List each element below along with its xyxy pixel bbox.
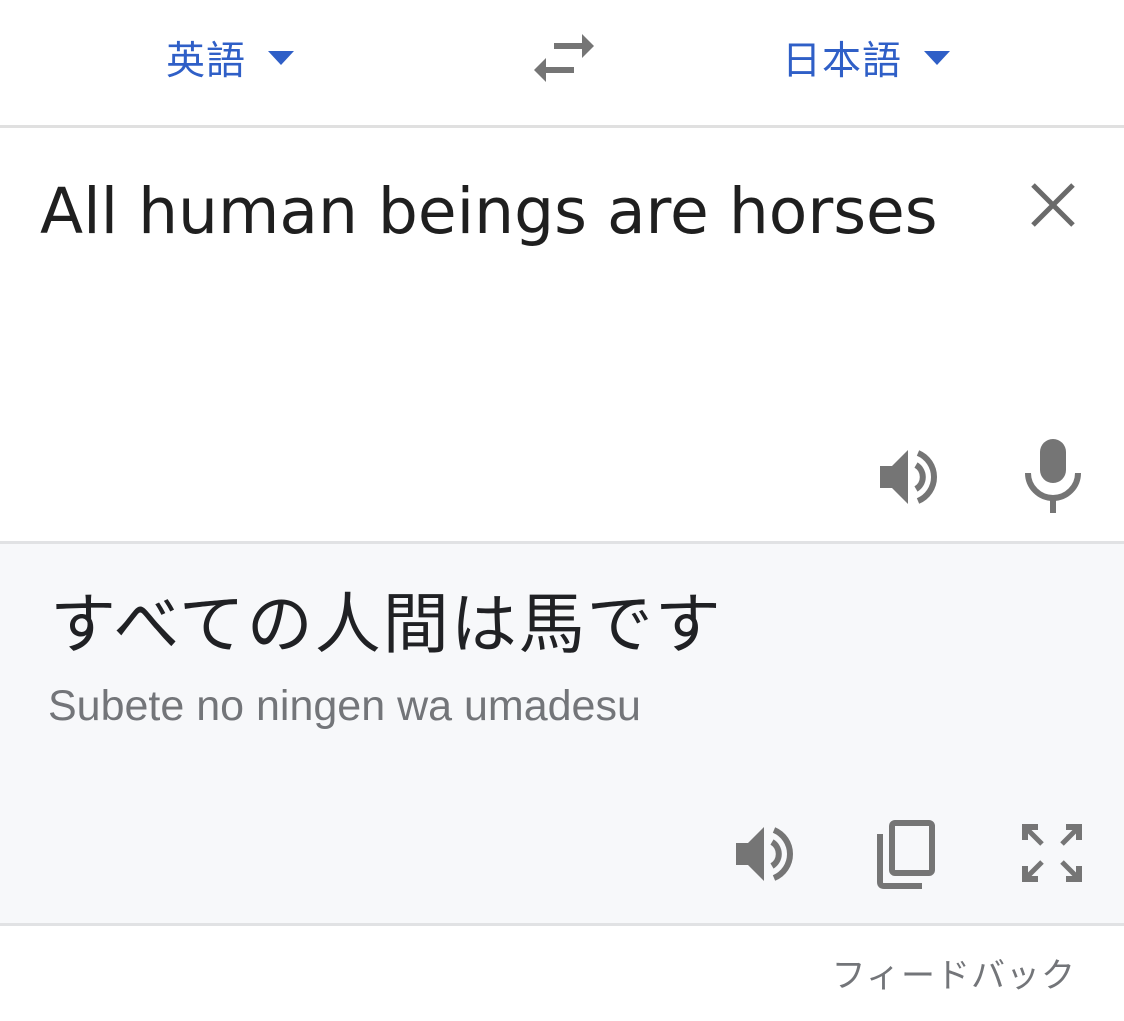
caret-down-icon bbox=[924, 51, 951, 65]
speaker-icon[interactable] bbox=[730, 818, 802, 890]
result-panel: すべての人間は馬です Subete no ningen wa umadesu bbox=[0, 541, 1124, 926]
microphone-icon[interactable] bbox=[1020, 437, 1086, 515]
close-icon[interactable] bbox=[1023, 175, 1083, 235]
romanization-text: Subete no ningen wa umadesu bbox=[48, 682, 641, 730]
target-language-label: 日本語 bbox=[782, 39, 903, 84]
source-text-input[interactable]: All human beings are horses bbox=[40, 165, 980, 259]
caret-down-icon bbox=[268, 51, 295, 65]
language-bar: 英語 日本語 bbox=[0, 0, 1124, 128]
source-panel: All human beings are horses bbox=[0, 131, 1124, 541]
speaker-icon[interactable] bbox=[874, 441, 946, 513]
fullscreen-icon[interactable] bbox=[1018, 820, 1086, 886]
copy-icon[interactable] bbox=[874, 818, 940, 890]
swap-arrows-icon[interactable] bbox=[532, 30, 596, 86]
source-language-label: 英語 bbox=[166, 39, 247, 84]
source-language-selector[interactable]: 英語 bbox=[166, 28, 296, 88]
feedback-link[interactable]: フィードバック bbox=[832, 948, 1076, 997]
target-language-selector[interactable]: 日本語 bbox=[782, 28, 952, 88]
translation-text: すべての人間は馬です bbox=[50, 586, 723, 663]
translate-app: 英語 日本語 All human beings are horses すべての人… bbox=[0, 0, 1124, 1021]
